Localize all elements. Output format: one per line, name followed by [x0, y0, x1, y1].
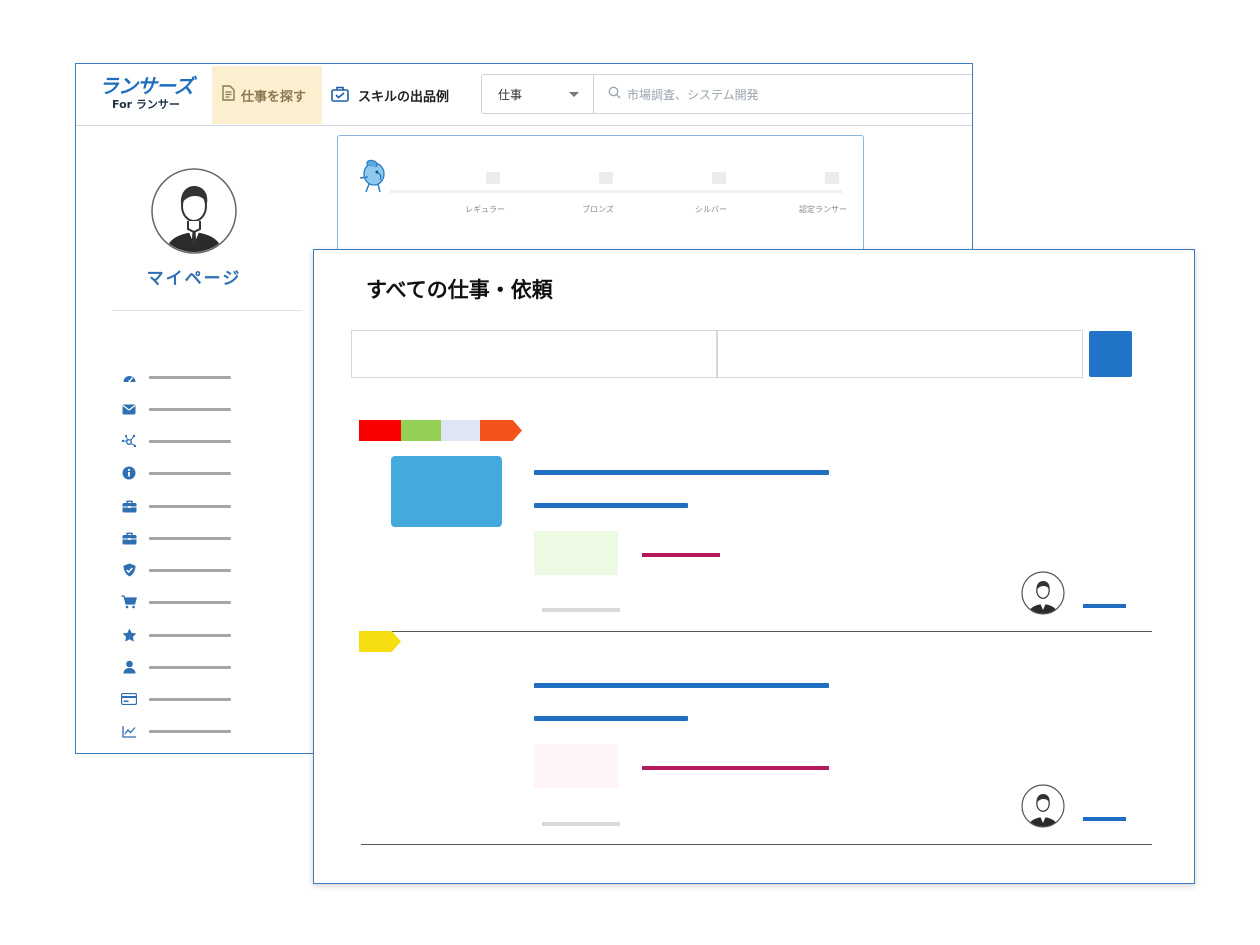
category-select-value: 仕事 — [498, 87, 523, 102]
sidebar-menu-label-line — [149, 471, 231, 475]
sidebar-menu-label-line — [149, 504, 231, 508]
site-logo[interactable]: ランサーズ For ランサー — [96, 74, 196, 112]
tag-label — [441, 420, 480, 441]
user-icon — [121, 659, 137, 675]
client-name-line[interactable] — [1083, 604, 1126, 608]
dashboard-icon — [121, 369, 137, 385]
filter-field-right[interactable] — [717, 330, 1083, 378]
sidebar-divider — [112, 310, 302, 311]
sidebar-menu-item[interactable] — [121, 433, 241, 449]
row-divider — [361, 631, 1152, 632]
sidebar-menu-label-line — [149, 568, 231, 572]
sidebar-menu-item[interactable] — [121, 401, 241, 417]
nav-skill-examples[interactable]: スキルの出品例 — [330, 66, 449, 124]
rank-label-silver: シルバー — [695, 205, 727, 214]
credit-card-icon — [121, 691, 137, 707]
sidebar-menu-label-line — [149, 600, 231, 604]
client-name-line[interactable] — [1083, 817, 1126, 821]
job-list-window: すべての仕事・依頼 — [313, 249, 1195, 884]
briefcase-icon — [121, 530, 137, 546]
client-avatar[interactable] — [1021, 784, 1065, 828]
tag-label — [359, 420, 401, 441]
logo-main-text: ランサーズ — [99, 74, 194, 98]
skill-bag-icon — [330, 84, 350, 106]
nav-find-jobs-label: 仕事を探す — [241, 89, 307, 105]
tag-label — [359, 631, 401, 652]
network-icon — [121, 433, 137, 449]
sidebar-menu-label-line — [149, 697, 231, 701]
profile-avatar[interactable] — [151, 168, 237, 254]
sidebar-menu-item[interactable] — [121, 691, 241, 707]
sidebar-menu-item[interactable] — [121, 723, 241, 739]
page-title: すべての仕事・依頼 — [366, 278, 553, 302]
sidebar-menu-label-line — [149, 633, 231, 637]
job-thumbnail[interactable] — [391, 456, 502, 527]
rank-label-bronze: ブロンズ — [582, 205, 614, 214]
cart-icon — [121, 594, 137, 610]
sidebar-menu-label-line — [149, 439, 231, 443]
sidebar-menu-item[interactable] — [121, 659, 241, 675]
meta-text-line — [542, 608, 620, 612]
sidebar-menu-item[interactable] — [121, 465, 241, 481]
shield-check-icon — [121, 562, 137, 578]
star-icon — [121, 627, 137, 643]
rank-progress-track — [390, 190, 842, 193]
sidebar-menu-label-line — [149, 665, 231, 669]
sidebar-menu-label-line — [149, 536, 231, 540]
search-input[interactable]: 市場調査、システム開発 — [593, 74, 972, 114]
sidebar-menu-label-line — [149, 375, 231, 379]
lancer-mascot-icon — [354, 158, 392, 194]
rank-label-certified: 認定ランサー — [799, 205, 847, 214]
sidebar-title: マイページ — [146, 269, 242, 289]
rank-stop-regular — [486, 172, 500, 184]
rank-stop-bronze — [599, 172, 613, 184]
search-placeholder: 市場調査、システム開発 — [627, 87, 759, 102]
price-badge — [534, 531, 618, 575]
sidebar-menu-item[interactable] — [121, 627, 241, 643]
header: ランサーズ For ランサー 仕事を探す スキルの出品例 仕事 市場調査、システ… — [76, 64, 972, 126]
job-subtitle-line — [534, 503, 688, 508]
chevron-down-icon — [569, 92, 579, 97]
sidebar-menu-item[interactable] — [121, 594, 241, 610]
document-icon — [222, 85, 235, 105]
price-text-line — [642, 766, 829, 770]
sidebar-menu-item[interactable] — [121, 530, 241, 546]
price-badge — [534, 744, 618, 788]
envelope-icon — [121, 401, 137, 417]
category-select[interactable]: 仕事 — [481, 74, 593, 114]
filter-field-left[interactable] — [351, 330, 717, 378]
sidebar-menu-label-line — [149, 407, 231, 411]
logo-sub-text: For ランサー — [112, 98, 180, 111]
chart-icon — [121, 723, 137, 739]
briefcase-icon — [121, 498, 137, 514]
nav-skill-examples-label: スキルの出品例 — [358, 89, 450, 105]
row-divider — [361, 844, 1152, 845]
job-title-line[interactable] — [534, 470, 829, 475]
client-avatar[interactable] — [1021, 571, 1065, 615]
search-icon — [608, 86, 621, 102]
job-subtitle-line — [534, 716, 688, 721]
job-tags — [359, 631, 401, 652]
sidebar-menu-item[interactable] — [121, 498, 241, 514]
rank-stop-silver — [712, 172, 726, 184]
sidebar-menu-item[interactable] — [121, 369, 241, 385]
meta-text-line — [542, 822, 620, 826]
rank-label-regular: レギュラー — [465, 205, 505, 214]
nav-find-jobs[interactable]: 仕事を探す — [212, 66, 322, 124]
job-tags — [359, 420, 522, 441]
job-title-line[interactable] — [534, 683, 829, 688]
tag-label — [401, 420, 441, 441]
info-icon — [121, 465, 137, 481]
rank-stop-certified — [825, 172, 839, 184]
tag-label — [480, 420, 522, 441]
rank-card: レギュラー ブロンズ シルバー 認定ランサー — [337, 135, 864, 265]
search-button[interactable] — [1089, 331, 1132, 377]
price-text-line — [642, 553, 720, 557]
sidebar-menu-item[interactable] — [121, 562, 241, 578]
sidebar-menu-label-line — [149, 729, 231, 733]
